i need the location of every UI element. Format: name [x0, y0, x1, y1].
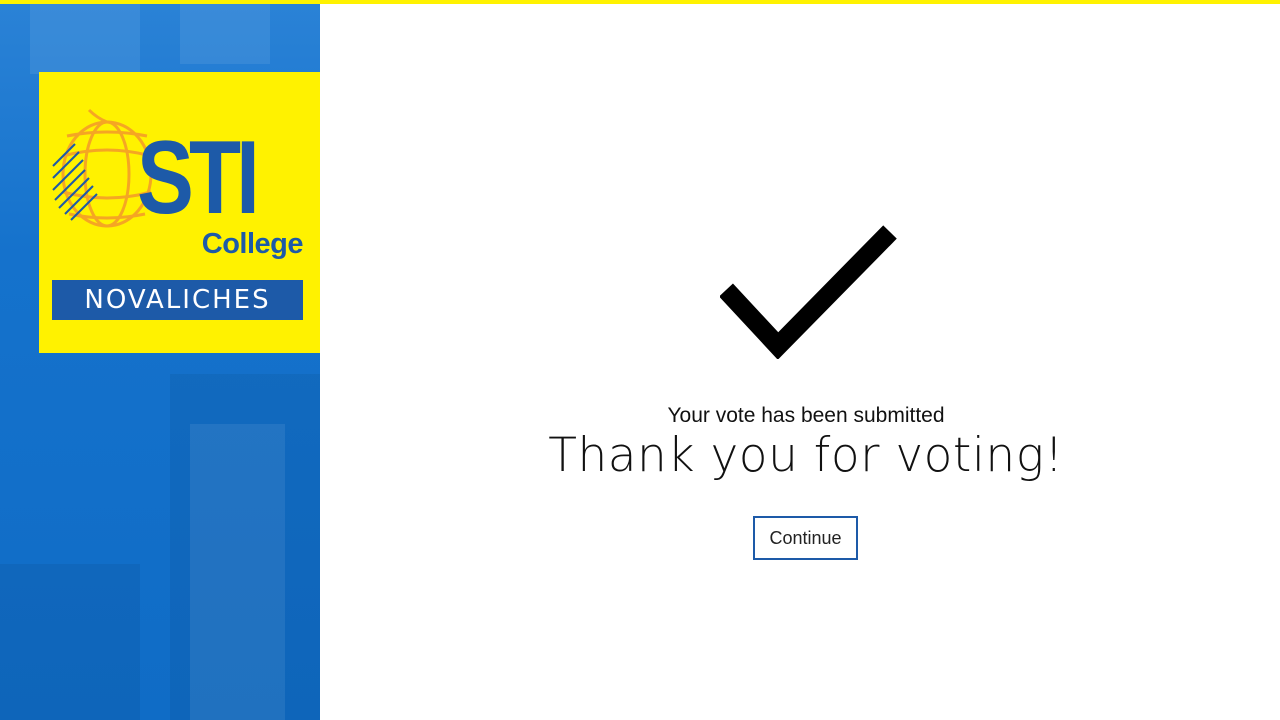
continue-button[interactable]: Continue [753, 516, 858, 560]
school-logo: STI College NOVALICHES [39, 72, 320, 353]
logo-wordmark: STI [137, 120, 260, 236]
campus-name: NOVALICHES [52, 280, 303, 320]
background-building-shape [30, 4, 140, 74]
background-building-shape [190, 424, 285, 720]
checkmark-icon [720, 225, 897, 359]
submission-status-text: Your vote has been submitted [667, 404, 945, 427]
main-content: Your vote has been submitted Thank you f… [320, 4, 1280, 720]
background-building-shape [0, 564, 140, 720]
sidebar-panel: STI College NOVALICHES [0, 4, 320, 720]
background-building-shape [180, 4, 270, 64]
thank-you-heading: Thank you for voting! [548, 428, 1064, 483]
logo-subtext: College [201, 228, 304, 260]
